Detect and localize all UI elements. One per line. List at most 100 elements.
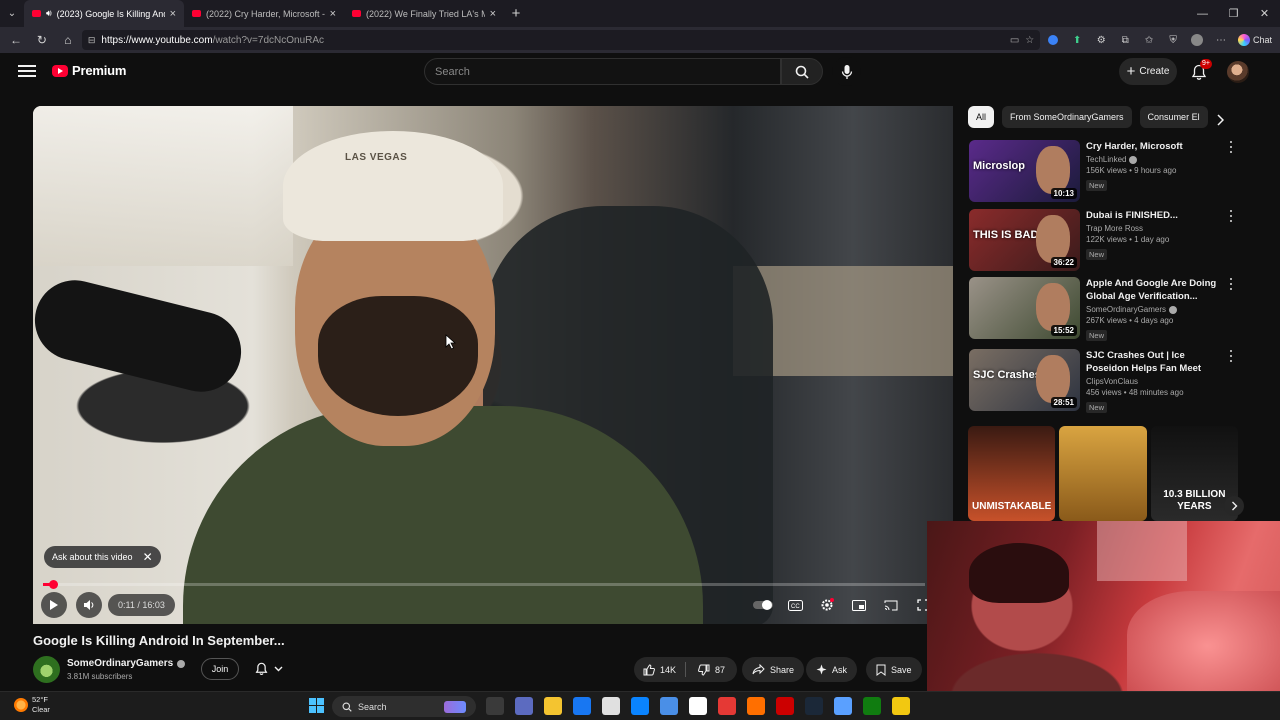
- recommendation-item[interactable]: Microslop 10:13 Cry Harder, Microsoft TechL…: [969, 140, 1239, 204]
- voice-search-button[interactable]: [832, 57, 861, 86]
- speaker-icon[interactable]: 🔊︎: [46, 8, 52, 19]
- taskbar-app-icon[interactable]: [834, 697, 852, 715]
- browser-tab[interactable]: (2022) We Finally Tried LA's Most ×: [344, 0, 504, 27]
- shield-icon[interactable]: ⛨: [1162, 29, 1184, 51]
- taskbar-search[interactable]: Search: [332, 696, 476, 717]
- dislike-button[interactable]: 87: [686, 657, 737, 682]
- taskbar-app-icon[interactable]: [602, 697, 620, 715]
- taskbar-app-icon[interactable]: [863, 697, 881, 715]
- more-vertical-icon[interactable]: [1227, 140, 1235, 154]
- reader-view-icon[interactable]: ▭: [1010, 35, 1019, 46]
- recommendation-item[interactable]: SJC Crashes O 28:51 SJC Crashes Out | Ice …: [969, 349, 1239, 413]
- volume-button[interactable]: [76, 592, 102, 618]
- extensions-menu-icon[interactable]: ⧉: [1114, 29, 1136, 51]
- taskbar-app-icon[interactable]: [805, 697, 823, 715]
- taskbar-app-icon[interactable]: [660, 697, 678, 715]
- taskbar-app-icon[interactable]: [892, 697, 910, 715]
- taskbar-app-icon[interactable]: [631, 697, 649, 715]
- shorts-next-chevron-icon[interactable]: [1224, 496, 1244, 516]
- recommendation-thumbnail[interactable]: 15:52: [969, 277, 1080, 339]
- windows-start-icon[interactable]: [309, 698, 324, 713]
- notifications-button[interactable]: 9+: [1188, 59, 1212, 83]
- play-button[interactable]: [41, 592, 67, 618]
- chips-next-chevron-icon[interactable]: [1212, 112, 1228, 128]
- recommendation-thumbnail[interactable]: THIS IS BAD 36:22: [969, 209, 1080, 271]
- chat-button[interactable]: Chat: [1234, 34, 1276, 46]
- browser-tab[interactable]: (2022) Cry Harder, Microsoft - Yo ×: [184, 0, 344, 27]
- more-vertical-icon[interactable]: [1227, 209, 1235, 223]
- recommendation-channel[interactable]: Trap More Ross: [1086, 224, 1226, 233]
- recommendation-channel[interactable]: SomeOrdinaryGamers: [1086, 305, 1226, 314]
- taskbar-app-icon[interactable]: [689, 697, 707, 715]
- channel-avatar[interactable]: [33, 656, 60, 683]
- minimize-icon[interactable]: —: [1187, 0, 1218, 27]
- miniplayer-icon[interactable]: [848, 594, 870, 616]
- tab-close-icon[interactable]: ×: [170, 8, 176, 20]
- taskbar-app-icon[interactable]: [776, 697, 794, 715]
- more-menu-icon[interactable]: ⋯: [1210, 29, 1232, 51]
- short-thumbnail[interactable]: [1059, 426, 1147, 521]
- progress-scrubber-handle[interactable]: [49, 580, 58, 589]
- profile-icon[interactable]: [1186, 29, 1208, 51]
- home-icon[interactable]: ⌂: [56, 28, 80, 52]
- chip-all[interactable]: All: [968, 106, 995, 128]
- recommendation-title[interactable]: SJC Crashes Out | Ice Poseidon Helps Fan…: [1086, 349, 1226, 375]
- taskbar-app-icon[interactable]: [486, 697, 504, 715]
- recommendation-title[interactable]: Dubai is FINISHED...: [1086, 209, 1226, 222]
- reload-icon[interactable]: ↻: [30, 28, 54, 52]
- recommendation-channel[interactable]: TechLinked: [1086, 155, 1226, 164]
- weather-widget[interactable]: 52°F Clear: [14, 695, 50, 715]
- save-button[interactable]: Save: [866, 657, 922, 682]
- more-vertical-icon[interactable]: [1227, 277, 1235, 291]
- short-thumbnail[interactable]: UNMISTAKABLE: [968, 426, 1056, 521]
- extension-blue-icon[interactable]: [1042, 29, 1064, 51]
- recommendation-title[interactable]: Cry Harder, Microsoft: [1086, 140, 1226, 153]
- close-window-icon[interactable]: ✕: [1249, 0, 1280, 27]
- address-bar[interactable]: ⊟ https://www.youtube.com/watch?v=7dcNcO…: [81, 30, 1041, 50]
- more-vertical-icon[interactable]: [1227, 349, 1235, 363]
- search-button[interactable]: [781, 58, 823, 85]
- page-info-icon[interactable]: ⊟: [88, 35, 96, 46]
- search-input[interactable]: Search: [424, 58, 781, 85]
- recommendation-item[interactable]: THIS IS BAD 36:22 Dubai is FINISHED... Trap…: [969, 209, 1239, 273]
- join-button[interactable]: Join: [201, 658, 239, 680]
- chip-from-channel[interactable]: From SomeOrdinaryGamers: [1002, 106, 1132, 128]
- recommendation-item[interactable]: 15:52 Apple And Google Are Doing Global A…: [969, 277, 1239, 341]
- browser-tab-active[interactable]: 🔊︎ (2023) Google Is Killing Andro ×: [24, 0, 184, 27]
- extension-puzzle-icon[interactable]: ⚙: [1090, 29, 1112, 51]
- ask-about-video-chip[interactable]: Ask about this video ✕: [44, 546, 161, 568]
- taskbar-app-icon[interactable]: [544, 697, 562, 715]
- recommendation-thumbnail[interactable]: SJC Crashes O 28:51: [969, 349, 1080, 411]
- hamburger-menu-icon[interactable]: [18, 63, 36, 79]
- account-avatar[interactable]: [1227, 61, 1249, 83]
- taskbar-app-icon[interactable]: [515, 697, 533, 715]
- taskbar-app-icon[interactable]: [573, 697, 591, 715]
- ask-button[interactable]: Ask: [806, 657, 858, 682]
- channel-name-link[interactable]: SomeOrdinaryGamers: [67, 658, 186, 669]
- subtitles-icon[interactable]: CC: [784, 594, 806, 616]
- create-button[interactable]: + Create: [1119, 58, 1177, 85]
- settings-gear-icon[interactable]: [816, 594, 838, 616]
- subscription-bell-button[interactable]: [246, 658, 292, 680]
- tab-close-icon[interactable]: ×: [330, 8, 336, 20]
- bookmarks-icon[interactable]: ✩: [1138, 29, 1160, 51]
- bookmark-star-icon[interactable]: ☆: [1025, 35, 1034, 46]
- back-arrow-icon[interactable]: ←: [4, 28, 28, 52]
- taskbar-app-icon[interactable]: [747, 697, 765, 715]
- chip-consumer-electronics[interactable]: Consumer El: [1139, 106, 1208, 128]
- recommendation-title[interactable]: Apple And Google Are Doing Global Age Ve…: [1086, 277, 1226, 303]
- extension-green-arrow-icon[interactable]: ⬆: [1066, 29, 1088, 51]
- taskbar-app-icon[interactable]: [718, 697, 736, 715]
- tab-close-icon[interactable]: ×: [490, 8, 496, 20]
- video-progress-bar[interactable]: [43, 580, 925, 589]
- youtube-premium-logo[interactable]: Premium: [52, 63, 126, 78]
- tab-list-chevron-icon[interactable]: ⌄: [0, 0, 24, 27]
- recommendation-thumbnail[interactable]: Microslop 10:13: [969, 140, 1080, 202]
- autoplay-toggle[interactable]: [752, 594, 774, 616]
- restore-icon[interactable]: ❐: [1218, 0, 1249, 27]
- new-tab-plus-icon[interactable]: +: [504, 0, 528, 27]
- video-player[interactable]: LAS VEGAS: [33, 106, 953, 624]
- cast-icon[interactable]: [880, 594, 902, 616]
- share-button[interactable]: Share: [742, 657, 805, 682]
- recommendation-channel[interactable]: ClipsVonClaus: [1086, 377, 1226, 386]
